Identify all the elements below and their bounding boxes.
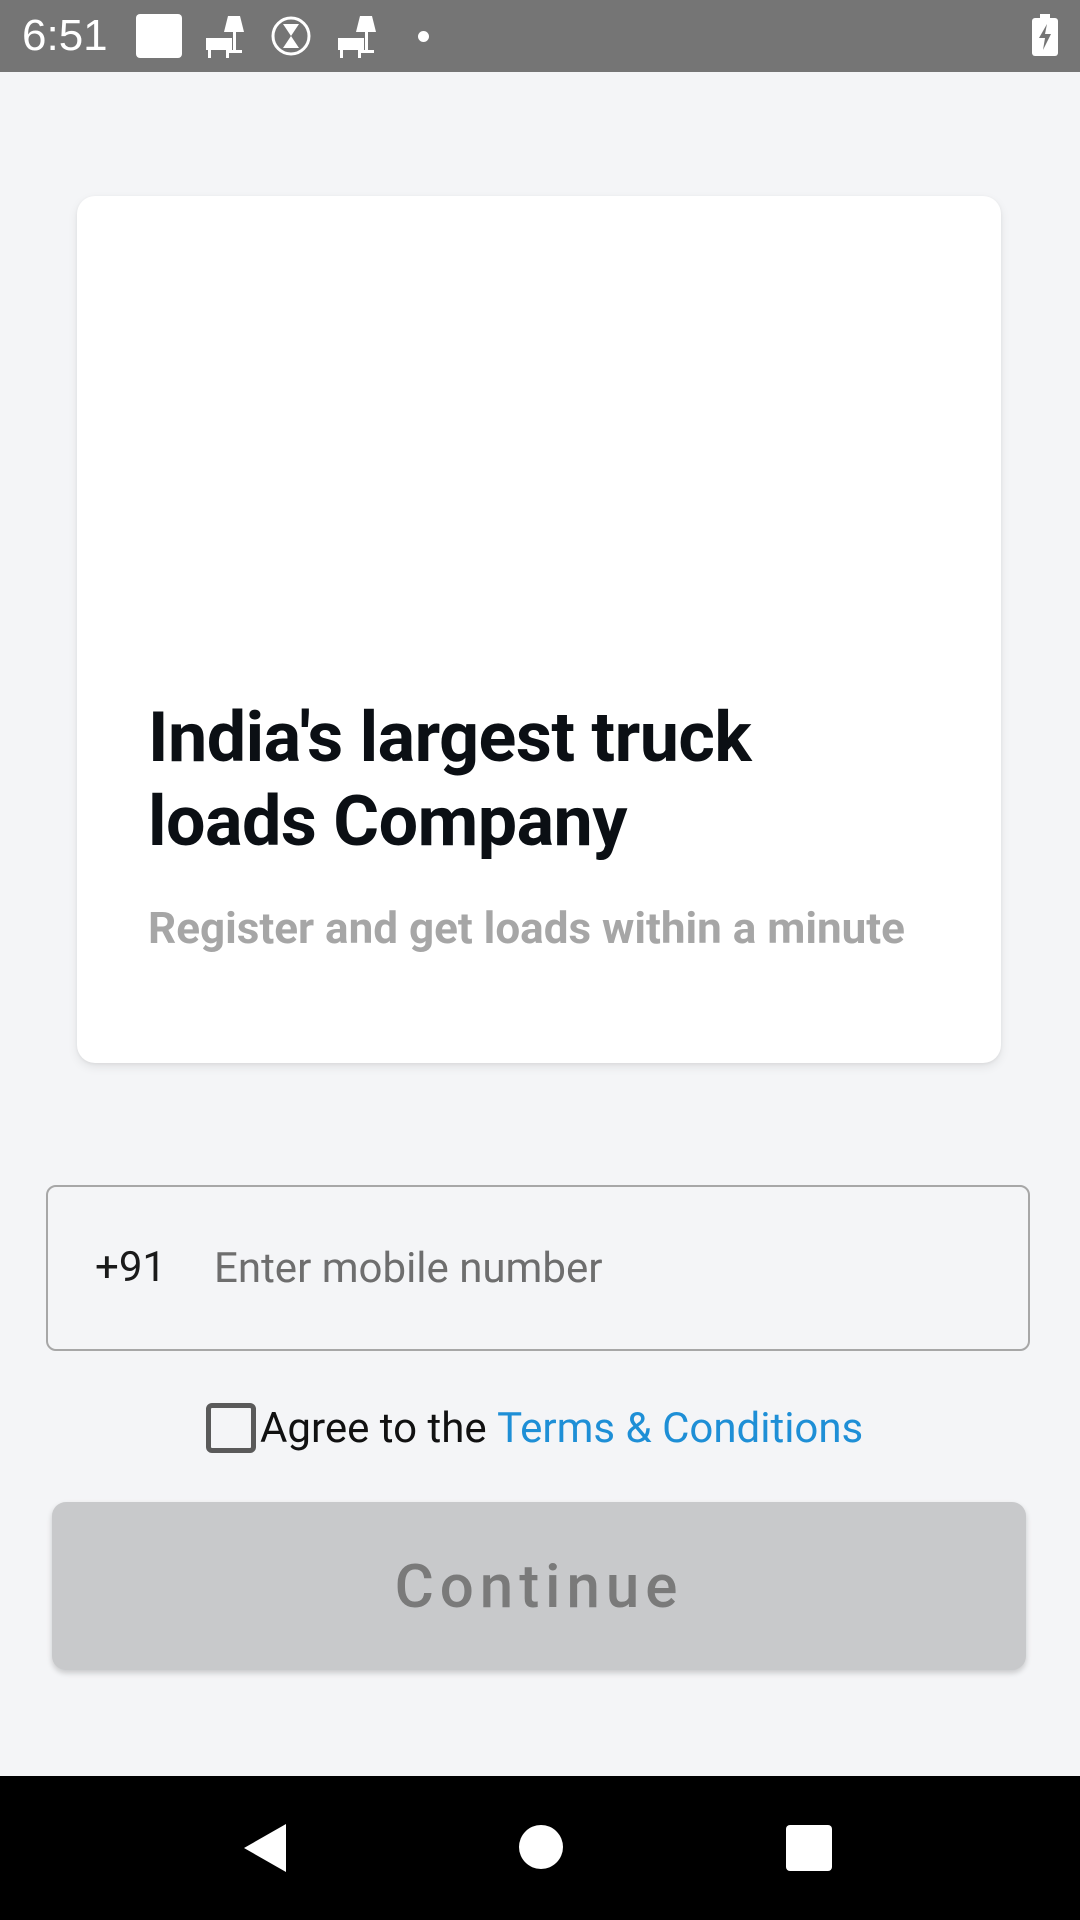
terms-checkbox[interactable] [206, 1403, 256, 1453]
back-icon[interactable] [242, 1822, 288, 1878]
recents-icon[interactable] [786, 1825, 832, 1871]
dot-icon [418, 31, 429, 42]
hero-subtitle: Register and get loads within a minute [148, 902, 905, 954]
hero-title: India's largest truck loads Company [148, 697, 752, 863]
hero-card: India's largest truck loads Company Regi… [77, 196, 1001, 1063]
lamp-icon [336, 14, 380, 64]
home-icon[interactable] [519, 1825, 563, 1869]
phone-number-field[interactable]: +91 [46, 1185, 1030, 1351]
hero-image [77, 196, 1001, 666]
terms-conditions-link[interactable]: Terms & Conditions [497, 1404, 863, 1453]
terms-text: Agree to the [260, 1403, 498, 1453]
continue-button[interactable]: Continue [52, 1502, 1026, 1670]
status-bar: 6:51 [0, 0, 1080, 72]
battery-charging-icon [1032, 14, 1058, 60]
lamp-icon [204, 14, 248, 64]
mobile-number-input[interactable] [214, 1187, 994, 1349]
navigation-bar [0, 1776, 1080, 1920]
country-code: +91 [95, 1243, 167, 1292]
terms-row: Agree to the Terms & Conditions [206, 1400, 863, 1456]
square-notification-icon [136, 14, 182, 58]
status-time: 6:51 [22, 11, 108, 60]
timer-icon [270, 14, 312, 62]
